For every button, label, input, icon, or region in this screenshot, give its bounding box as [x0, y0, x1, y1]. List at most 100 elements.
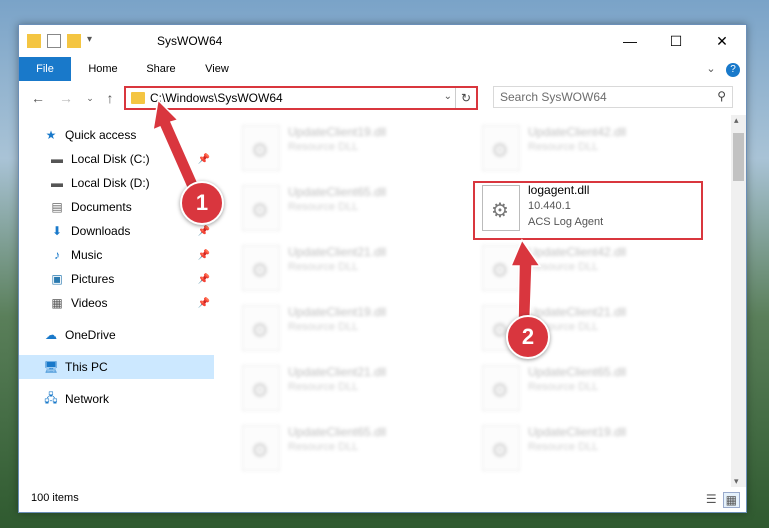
up-icon[interactable]: ↑ — [101, 89, 119, 107]
dll-file-icon — [482, 245, 520, 291]
scroll-up-icon[interactable]: ▴ — [734, 115, 739, 126]
pin-icon[interactable]: 📌 — [198, 250, 210, 261]
search-input[interactable]: Search SysWOW64 ⚲ — [493, 86, 733, 108]
sidebar-item-downloads[interactable]: ⬇ Downloads 📌 — [19, 219, 214, 243]
search-placeholder: Search SysWOW64 — [500, 90, 607, 104]
folder-icon — [131, 92, 145, 104]
maximize-button[interactable]: ☐ — [653, 25, 699, 57]
help-icon[interactable]: ? — [725, 57, 741, 81]
dll-file-icon — [242, 365, 280, 411]
refresh-icon[interactable]: ↻ — [455, 88, 476, 108]
sidebar-item-label: Pictures — [71, 272, 115, 286]
sidebar-item-label: Videos — [71, 296, 108, 310]
list-item[interactable]: UpdateClient21.dll Resource DLL — [236, 359, 466, 415]
computer-icon: 🖥 — [43, 360, 59, 374]
file-name: UpdateClient65.dll — [288, 425, 387, 439]
back-icon[interactable]: ← — [29, 89, 47, 107]
dll-file-icon — [242, 185, 280, 231]
file-explorer-window: ▾ SysWOW64 — ☐ ✕ File Home Share View ⌄ … — [18, 24, 747, 513]
file-description: Resource DLL — [288, 141, 359, 153]
list-item[interactable]: UpdateClient19.dll Resource DLL — [476, 419, 706, 475]
address-dropdown-icon[interactable]: ⌄ — [444, 91, 452, 102]
cloud-icon: ☁ — [45, 328, 57, 342]
step-marker-2: 2 — [506, 315, 550, 359]
minimize-button[interactable]: — — [607, 25, 653, 57]
list-item[interactable]: UpdateClient65.dll Resource DLL — [476, 359, 706, 415]
sidebar-item-local-disk-c[interactable]: ▬ Local Disk (C:) 📌 — [19, 147, 214, 171]
expand-ribbon-icon[interactable]: ⌄ — [703, 57, 719, 81]
dll-file-icon — [482, 125, 520, 171]
folder-icon[interactable] — [27, 34, 41, 48]
file-name: UpdateClient42.dll — [528, 125, 627, 139]
new-folder-icon[interactable] — [67, 34, 81, 48]
sidebar-item-label: Network — [65, 392, 110, 406]
list-item[interactable]: UpdateClient65.dll Resource DLL — [236, 419, 466, 475]
download-icon: ⬇ — [51, 224, 63, 238]
sidebar-item-quick-access[interactable]: ★ Quick access — [19, 123, 214, 147]
tab-home[interactable]: Home — [81, 57, 125, 81]
item-count: 100 items — [31, 492, 79, 504]
vertical-scrollbar[interactable]: ▴ ▾ — [731, 115, 746, 487]
recent-locations-icon[interactable]: ⌄ — [81, 89, 99, 107]
music-icon: ♪ — [54, 248, 60, 262]
list-item[interactable]: UpdateClient19.dll Resource DLL — [236, 299, 466, 355]
customize-toolbar-icon[interactable]: ▾ — [87, 34, 101, 48]
sidebar-item-onedrive[interactable]: ☁ OneDrive — [19, 323, 214, 347]
step-marker-1: 1 — [180, 181, 224, 225]
file-description: Resource DLL — [288, 441, 359, 453]
file-description: Resource DLL — [288, 201, 359, 213]
list-item[interactable]: UpdateClient65.dll Resource DLL — [236, 179, 466, 235]
file-name: UpdateClient21.dll — [528, 305, 627, 319]
scroll-down-icon[interactable]: ▾ — [734, 476, 739, 487]
dll-file-icon — [482, 425, 520, 471]
sidebar-item-label: Downloads — [71, 224, 131, 238]
logagent-highlight-box — [473, 181, 703, 240]
list-item[interactable]: UpdateClient19.dll Resource DLL — [236, 119, 466, 175]
forward-icon[interactable]: → — [57, 89, 75, 107]
file-name: UpdateClient19.dll — [288, 305, 387, 319]
dll-file-icon — [242, 425, 280, 471]
sidebar-item-videos[interactable]: ▦ Videos 📌 — [19, 291, 214, 315]
tab-view[interactable]: View — [195, 57, 239, 81]
sidebar-item-label: Documents — [71, 200, 132, 214]
sidebar-item-music[interactable]: ♪ Music 📌 — [19, 243, 214, 267]
file-description: Resource DLL — [288, 321, 359, 333]
file-list: UpdateClient19.dll Resource DLL UpdateCl… — [214, 115, 731, 487]
disk-icon: ▬ — [51, 176, 63, 190]
pin-icon[interactable]: 📌 — [198, 298, 210, 309]
properties-icon[interactable] — [47, 34, 61, 48]
pin-icon[interactable]: 📌 — [198, 154, 210, 165]
dll-file-icon — [242, 305, 280, 351]
file-description: Resource DLL — [288, 261, 359, 273]
quick-access-toolbar: ▾ — [27, 33, 101, 49]
file-name: UpdateClient19.dll — [528, 425, 627, 439]
list-item[interactable]: UpdateClient21.dll Resource DLL — [236, 239, 466, 295]
address-path[interactable]: C:\Windows\SysWOW64 — [150, 91, 283, 105]
details-view-icon[interactable]: ☰ — [706, 492, 717, 508]
large-icons-view-icon[interactable]: ▦ — [722, 492, 740, 508]
documents-icon: ▤ — [51, 200, 63, 214]
sidebar-item-label: This PC — [65, 360, 108, 374]
file-name: UpdateClient42.dll — [528, 245, 627, 259]
videos-icon: ▦ — [51, 296, 63, 310]
tab-share[interactable]: Share — [139, 57, 183, 81]
sidebar-item-this-pc[interactable]: 🖥 This PC — [19, 355, 214, 379]
file-description: Resource DLL — [528, 261, 599, 273]
address-bar[interactable]: C:\Windows\SysWOW64 ⌄ ↻ — [124, 86, 478, 110]
search-icon[interactable]: ⚲ — [717, 89, 726, 103]
pin-icon[interactable]: 📌 — [198, 274, 210, 285]
close-button[interactable]: ✕ — [699, 25, 745, 57]
sidebar-item-pictures[interactable]: ▣ Pictures 📌 — [19, 267, 214, 291]
star-icon: ★ — [45, 128, 57, 142]
ribbon: File Home Share View ⌄ ? — [19, 57, 746, 113]
sidebar-item-label: Music — [71, 248, 103, 262]
list-item[interactable]: UpdateClient42.dll Resource DLL — [476, 119, 706, 175]
network-icon: 🖧 — [44, 390, 58, 405]
pin-icon[interactable]: 📌 — [198, 226, 210, 237]
sidebar-item-network[interactable]: 🖧 Network — [19, 387, 214, 411]
file-description: Resource DLL — [288, 381, 359, 393]
file-name: UpdateClient21.dll — [288, 365, 387, 379]
file-name: UpdateClient65.dll — [288, 185, 387, 199]
list-item[interactable]: UpdateClient42.dll Resource DLL — [476, 239, 706, 295]
scrollbar-thumb[interactable] — [733, 133, 744, 181]
